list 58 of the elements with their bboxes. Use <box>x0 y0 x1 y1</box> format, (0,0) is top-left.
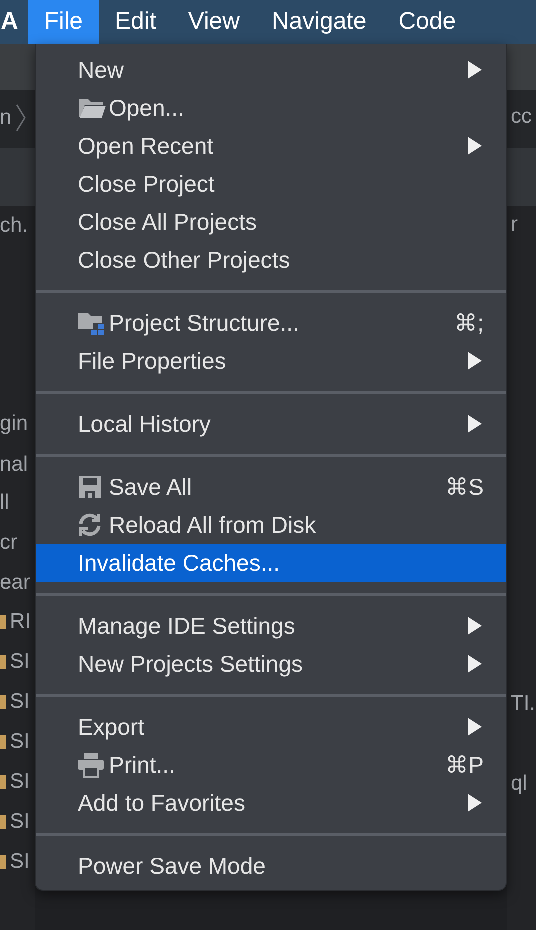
file-name: RI <box>10 610 31 634</box>
editor-text: TI. <box>511 692 536 716</box>
file-name: SI <box>10 850 30 874</box>
menu-item[interactable]: Project Structure... ⌘; <box>36 304 506 342</box>
file-name: SI <box>10 810 30 834</box>
menu-item[interactable]: New Projects Settings <box>36 645 506 683</box>
menu-bar-item[interactable]: Code <box>382 0 472 44</box>
menu-item[interactable]: Print... ⌘P <box>36 746 506 784</box>
file-name: SI <box>10 650 30 674</box>
printer-icon <box>78 753 104 778</box>
file-icon <box>0 655 6 669</box>
menu-bar-item[interactable]: File <box>28 0 100 44</box>
file-icon <box>0 615 6 629</box>
editor-text: cr <box>0 531 18 555</box>
editor-text: nal <box>0 453 28 477</box>
file-icon <box>0 855 6 869</box>
editor-text: n <box>0 106 12 130</box>
shortcut-label: ⌘P <box>446 752 484 778</box>
file-icon <box>0 695 6 709</box>
editor-text: cc <box>511 105 532 129</box>
file-name: SI <box>10 770 30 794</box>
folder-icon <box>78 313 104 335</box>
menu-item[interactable]: Save All ⌘S <box>36 468 506 506</box>
menu-bar-item[interactable]: View <box>172 0 256 44</box>
menu-item[interactable]: Open Recent <box>36 127 506 165</box>
editor-text: ql <box>511 772 528 796</box>
menu-item[interactable]: Reload All from Disk <box>36 506 506 544</box>
menu-item[interactable]: Close Other Projects <box>36 241 506 279</box>
shortcut-label: ⌘; <box>454 310 484 336</box>
menu-item[interactable]: Open... <box>36 89 506 127</box>
editor-text: ch. <box>0 214 28 238</box>
menu-item[interactable]: Local History <box>36 405 506 443</box>
file-name: SI <box>10 730 30 754</box>
reload-icon <box>79 514 101 536</box>
menu-item[interactable]: File Properties <box>36 342 506 380</box>
editor-text: ll <box>0 491 10 515</box>
menu-item[interactable]: Invalidate Caches... <box>36 544 506 582</box>
file-icon <box>0 735 6 749</box>
chevron-icon <box>16 104 26 132</box>
menu-item[interactable]: Manage IDE Settings <box>36 607 506 645</box>
menu-item[interactable]: Power Save Mode <box>36 847 506 885</box>
file-icon <box>0 815 6 829</box>
menu-item[interactable]: New <box>36 51 506 89</box>
menu-bar-item[interactable]: A <box>0 0 28 44</box>
folder-icon <box>79 99 106 118</box>
menu-item[interactable]: Close All Projects <box>36 203 506 241</box>
menu-bar-item[interactable]: Navigate <box>256 0 383 44</box>
editor-text: r <box>511 213 518 237</box>
menu-item[interactable]: Add to Favorites <box>36 784 506 822</box>
save-icon <box>79 476 101 498</box>
shortcut-label: ⌘S <box>446 474 484 500</box>
menu-item[interactable]: Close Project <box>36 165 506 203</box>
editor-text: ear <box>0 571 30 595</box>
file-name: SI <box>10 690 30 714</box>
editor-text: gin <box>0 412 28 436</box>
file-icon <box>0 775 6 789</box>
menu-bar-item[interactable]: Edit <box>99 0 172 44</box>
menu-item[interactable]: Export <box>36 708 506 746</box>
